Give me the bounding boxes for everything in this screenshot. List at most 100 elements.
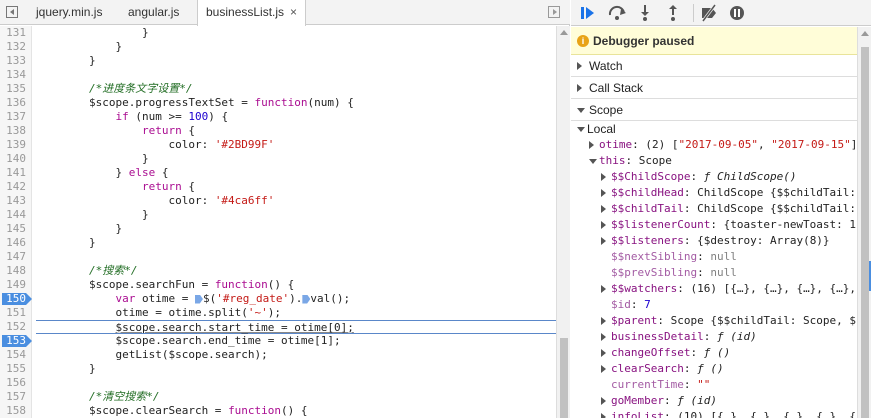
line-number[interactable]: 131 — [0, 26, 32, 40]
line-number[interactable]: 141 — [0, 166, 32, 180]
code-line[interactable]: 132 } — [0, 40, 556, 54]
collapse-arrow-icon[interactable] — [577, 127, 585, 132]
code-line[interactable]: 134 — [0, 68, 556, 82]
code-line[interactable]: 131 } — [0, 26, 556, 40]
line-number[interactable]: 136 — [0, 96, 32, 110]
code-line[interactable]: 133 } — [0, 54, 556, 68]
line-number[interactable]: 148 — [0, 264, 32, 278]
scroll-up-icon[interactable] — [861, 31, 869, 36]
scope-variable-row[interactable]: $id: 7 — [571, 297, 857, 313]
tab-businesslist-js[interactable]: businessList.js × — [197, 0, 307, 26]
code-line[interactable]: 156 — [0, 376, 556, 390]
code-line[interactable]: 146 } — [0, 236, 556, 250]
code-line[interactable]: 141 } else { — [0, 166, 556, 180]
expand-arrow-icon[interactable] — [589, 141, 594, 149]
code-line[interactable]: 139 color: '#2BD99F' — [0, 138, 556, 152]
scope-variable-row[interactable]: this: Scope — [571, 153, 857, 169]
line-number[interactable]: 147 — [0, 250, 32, 264]
step-over-icon[interactable] — [607, 3, 627, 23]
line-number[interactable]: 144 — [0, 208, 32, 222]
pause-on-exceptions-icon[interactable] — [727, 3, 747, 23]
code-line[interactable]: 136 $scope.progressTextSet = function(nu… — [0, 96, 556, 110]
breakpoint-line-number[interactable]: 153 — [0, 334, 32, 348]
line-number[interactable]: 152 — [0, 320, 32, 334]
line-number[interactable]: 151 — [0, 306, 32, 320]
expand-arrow-icon[interactable] — [601, 397, 606, 405]
debugger-scroll-thumb[interactable] — [861, 47, 869, 418]
close-tab-icon[interactable]: × — [290, 5, 297, 19]
expand-arrow-icon[interactable] — [601, 285, 606, 293]
code-line[interactable]: 145 } — [0, 222, 556, 236]
code-view[interactable]: 131 } 132 } 133 } 134 135 /*进度条文字设置*/136 $sc… — [0, 26, 556, 418]
expand-arrow-icon[interactable] — [601, 333, 606, 341]
scope-variable-row[interactable]: businessDetail: ƒ (id) — [571, 329, 857, 345]
code-line[interactable]: 151 otime = otime.split('~'); — [0, 306, 556, 320]
deactivate-breakpoints-icon[interactable] — [699, 3, 719, 23]
expand-arrow-icon[interactable] — [601, 413, 606, 418]
collapse-arrow-icon[interactable] — [589, 159, 597, 164]
line-number[interactable]: 140 — [0, 152, 32, 166]
line-number[interactable]: 138 — [0, 124, 32, 138]
code-line[interactable]: 142 return { — [0, 180, 556, 194]
expand-arrow-icon[interactable] — [601, 349, 606, 357]
expand-arrow-icon[interactable] — [601, 173, 606, 181]
scope-variable-row[interactable]: $parent: Scope {$$childTail: Scope, $$ — [571, 313, 857, 329]
line-number[interactable]: 156 — [0, 376, 32, 390]
line-number[interactable]: 145 — [0, 222, 32, 236]
scope-section-header[interactable]: Scope — [571, 99, 857, 121]
scope-variable-row[interactable]: Local — [571, 121, 857, 137]
resume-icon[interactable] — [577, 3, 597, 23]
code-line[interactable]: 157 /*清空搜索*/ — [0, 390, 556, 404]
line-number[interactable]: 135 — [0, 82, 32, 96]
debugger-scrollbar[interactable] — [857, 27, 871, 418]
line-number[interactable]: 158 — [0, 404, 32, 418]
show-debugger-icon[interactable] — [548, 6, 560, 18]
code-line[interactable]: 138 return { — [0, 124, 556, 138]
scope-variable-row[interactable]: infoList: (10) [{…}, {…}, {…}, {…}, {… — [571, 409, 857, 418]
tab-angular-js[interactable]: angular.js — [120, 0, 187, 25]
code-line[interactable]: 140 } — [0, 152, 556, 166]
expand-arrow-icon[interactable] — [601, 237, 606, 245]
editor-scroll-thumb[interactable] — [560, 338, 568, 418]
scope-variable-row[interactable]: $$listenerCount: {toaster-newToast: 1 — [571, 217, 857, 233]
code-line[interactable]: 149 $scope.searchFun = function() { — [0, 278, 556, 292]
expand-arrow-icon[interactable] — [601, 317, 606, 325]
code-line[interactable]: 137 if (num >= 100) { — [0, 110, 556, 124]
code-line[interactable]: 153 $scope.search.end_time = otime[1]; — [0, 334, 556, 348]
scope-variable-row[interactable]: $$ChildScope: ƒ ChildScope() — [571, 169, 857, 185]
scope-variable-row[interactable]: $$childHead: ChildScope {$$childTail: — [571, 185, 857, 201]
code-line[interactable]: 144 } — [0, 208, 556, 222]
line-number[interactable]: 146 — [0, 236, 32, 250]
call-stack-section-header[interactable]: Call Stack — [571, 77, 857, 99]
scope-variable-row[interactable]: otime: (2) ["2017-09-05", "2017-09-15"] — [571, 137, 857, 153]
step-out-icon[interactable] — [663, 3, 683, 23]
tab-jquery-min-js[interactable]: jquery.min.js — [28, 0, 110, 25]
line-number[interactable]: 155 — [0, 362, 32, 376]
code-line[interactable]: 135 /*进度条文字设置*/ — [0, 82, 556, 96]
expand-arrow-icon[interactable] — [601, 205, 606, 213]
show-navigator-icon[interactable] — [6, 6, 18, 18]
code-line[interactable]: 147 — [0, 250, 556, 264]
line-number[interactable]: 157 — [0, 390, 32, 404]
line-number[interactable]: 134 — [0, 68, 32, 82]
scope-variable-row[interactable]: goMember: ƒ (id) — [571, 393, 857, 409]
scope-variable-row[interactable]: $$watchers: (16) [{…}, {…}, {…}, {…}, — [571, 281, 857, 297]
scope-variable-row[interactable]: $$prevSibling: null — [571, 265, 857, 281]
expand-arrow-icon[interactable] — [601, 365, 606, 373]
line-number[interactable]: 133 — [0, 54, 32, 68]
line-number[interactable]: 139 — [0, 138, 32, 152]
line-number[interactable]: 137 — [0, 110, 32, 124]
step-into-icon[interactable] — [635, 3, 655, 23]
breakpoint-line-number[interactable]: 150 — [0, 292, 32, 306]
watch-section-header[interactable]: Watch — [571, 55, 857, 77]
code-line[interactable]: 148 /*搜索*/ — [0, 264, 556, 278]
scroll-up-icon[interactable] — [560, 30, 568, 35]
expand-arrow-icon[interactable] — [601, 189, 606, 197]
code-line[interactable]: 143 color: '#4ca6ff' — [0, 194, 556, 208]
scope-variable-row[interactable]: $$childTail: ChildScope {$$childTail: — [571, 201, 857, 217]
line-number[interactable]: 132 — [0, 40, 32, 54]
scope-variable-row[interactable]: changeOffset: ƒ () — [571, 345, 857, 361]
scope-variable-row[interactable]: currentTime: "" — [571, 377, 857, 393]
line-number[interactable]: 143 — [0, 194, 32, 208]
code-line[interactable]: 155 } — [0, 362, 556, 376]
